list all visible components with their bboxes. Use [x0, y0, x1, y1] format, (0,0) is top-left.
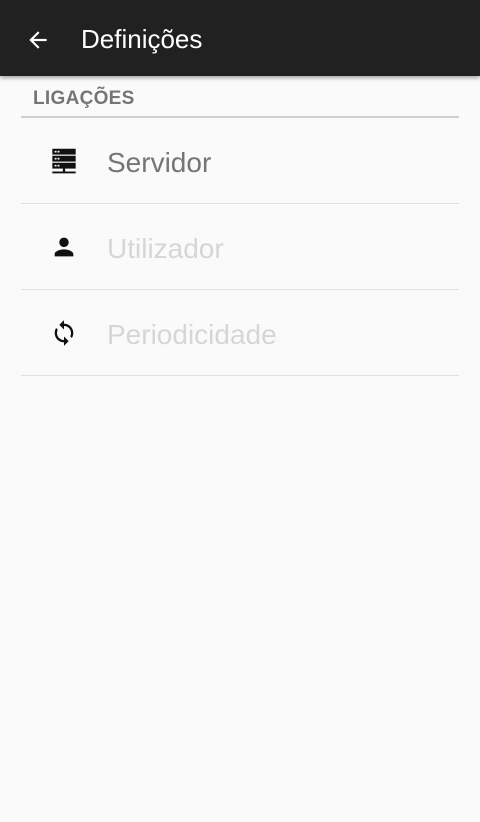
- sync-icon: [50, 319, 78, 347]
- preference-item-utilizador[interactable]: Utilizador: [21, 204, 459, 290]
- preference-label: Utilizador: [107, 233, 224, 264]
- app-toolbar: Definições: [0, 0, 480, 76]
- settings-screen: Definições LIGAÇÕES Servidor Utilizador …: [0, 0, 480, 822]
- preference-list: Servidor Utilizador Periodicidade: [21, 118, 459, 376]
- server-icon: [50, 147, 78, 175]
- arrow-back-icon: [29, 31, 47, 49]
- page-title: Definições: [81, 24, 203, 54]
- section-header-ligacoes: LIGAÇÕES: [33, 88, 135, 109]
- preference-item-periodicidade[interactable]: Periodicidade: [21, 290, 459, 376]
- preference-label: Servidor: [107, 147, 212, 178]
- preference-item-servidor[interactable]: Servidor: [21, 118, 459, 204]
- person-icon: [50, 233, 78, 261]
- back-button[interactable]: [14, 16, 62, 64]
- preference-label: Periodicidade: [107, 319, 277, 350]
